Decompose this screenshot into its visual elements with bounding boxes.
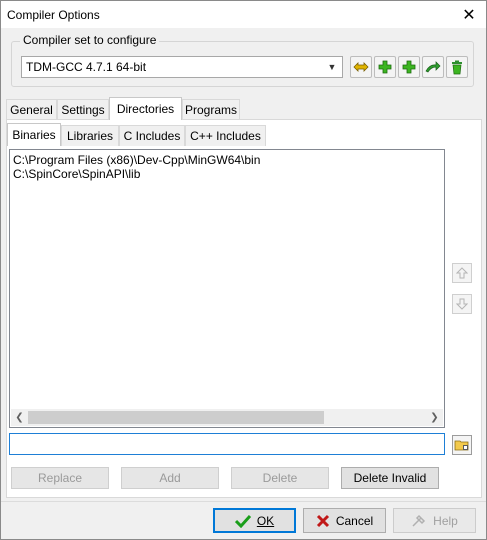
tab-c-includes[interactable]: C Includes [119, 125, 185, 146]
scrollbar-thumb[interactable] [28, 411, 324, 424]
tab-general[interactable]: General [6, 99, 57, 120]
tab-cpp-includes[interactable]: C++ Includes [185, 125, 266, 146]
help-label: Help [433, 513, 458, 528]
tab-settings[interactable]: Settings [57, 99, 109, 120]
x-icon [316, 514, 330, 528]
directory-list[interactable]: C:\Program Files (x86)\Dev-Cpp\MinGW64\b… [9, 149, 445, 428]
help-icon [411, 514, 427, 528]
add-icon[interactable] [374, 56, 396, 78]
tab-directories[interactable]: Directories [109, 97, 182, 120]
close-icon[interactable]: ✕ [452, 1, 486, 28]
ok-button[interactable]: OK [213, 508, 296, 533]
arrow-icon[interactable] [422, 56, 444, 78]
move-up-icon[interactable] [452, 263, 472, 283]
tab-programs-label: Programs [184, 103, 237, 117]
cancel-label: Cancel [335, 513, 374, 528]
tab-settings-label: Settings [61, 103, 105, 117]
horizontal-scrollbar[interactable]: ❮ ❯ [11, 409, 443, 426]
compiler-set-value: TDM-GCC 4.7.1 64-bit [26, 60, 147, 74]
tab-programs[interactable]: Programs [182, 99, 240, 120]
title-bar: Compiler Options ✕ [1, 1, 486, 28]
compiler-options-dialog: Compiler Options ✕ Compiler set to confi… [0, 0, 487, 540]
tab-cpp-includes-label: C++ Includes [190, 129, 261, 143]
scroll-right-icon[interactable]: ❯ [426, 409, 443, 426]
move-down-icon[interactable] [452, 294, 472, 314]
list-item[interactable]: C:\SpinCore\SpinAPI\lib [13, 167, 140, 181]
footer-divider [1, 501, 486, 502]
delete-icon[interactable] [446, 56, 468, 78]
window-title: Compiler Options [7, 7, 100, 22]
cancel-button[interactable]: Cancel [303, 508, 386, 533]
tab-libraries-label: Libraries [66, 129, 114, 143]
tab-binaries[interactable]: Binaries [7, 123, 61, 146]
tab-libraries[interactable]: Libraries [61, 125, 119, 146]
add-button[interactable]: Add [121, 467, 219, 489]
tab-binaries-label: Binaries [12, 128, 56, 142]
list-item[interactable]: C:\Program Files (x86)\Dev-Cpp\MinGW64\b… [13, 153, 260, 167]
rename-icon[interactable] [350, 56, 372, 78]
chevron-down-icon[interactable]: ▼ [324, 59, 340, 75]
tab-directories-label: Directories [116, 102, 175, 116]
scroll-left-icon[interactable]: ❮ [11, 409, 28, 426]
checkmark-icon [234, 514, 251, 528]
sub-tab-row: Binaries Libraries C Includes C++ Includ… [7, 123, 477, 146]
add-folder-icon[interactable] [398, 56, 420, 78]
replace-button[interactable]: Replace [11, 467, 109, 489]
help-button[interactable]: Help [393, 508, 476, 533]
tab-c-includes-label: C Includes [123, 129, 181, 143]
directory-path-input[interactable] [9, 433, 445, 455]
delete-button[interactable]: Delete [231, 467, 329, 489]
delete-invalid-button[interactable]: Delete Invalid [341, 467, 439, 489]
browse-folder-icon[interactable] [452, 435, 472, 455]
compiler-set-select[interactable]: TDM-GCC 4.7.1 64-bit ▼ [21, 56, 343, 78]
ok-label: OK [256, 513, 275, 528]
compiler-set-legend: Compiler set to configure [20, 33, 160, 47]
tab-general-label: General [10, 103, 53, 117]
main-tab-row: General Settings Directories Programs [6, 97, 482, 120]
